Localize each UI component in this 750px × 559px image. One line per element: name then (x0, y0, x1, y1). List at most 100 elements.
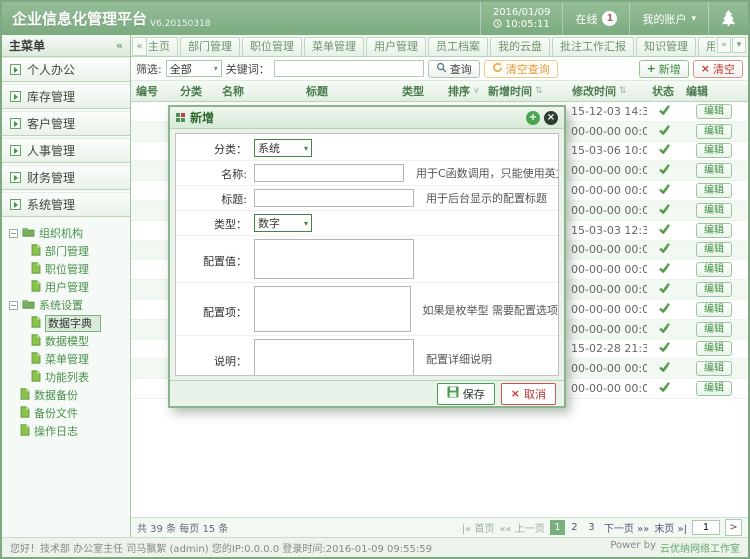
tree-item-数据字典[interactable]: 数据字典 (9, 314, 130, 332)
edit-button[interactable]: 编辑 (696, 322, 732, 337)
status-check-icon[interactable] (658, 282, 671, 297)
edit-button[interactable]: 编辑 (696, 242, 732, 257)
tab-用户管理[interactable]: 用户管理 (698, 37, 715, 56)
prev-page-button[interactable]: «« 上一页 (499, 520, 544, 535)
sort-icon[interactable]: ⇅ (535, 86, 543, 96)
status-check-icon[interactable] (658, 143, 671, 158)
column-header-名称[interactable]: 名称 (217, 83, 301, 99)
sidebar-section-库存管理[interactable]: 库存管理 (2, 84, 130, 109)
column-header-编号[interactable]: 编号 (131, 83, 175, 99)
page-button-2[interactable]: 2 (567, 520, 582, 535)
cancel-button[interactable]: × 取消 (501, 383, 556, 405)
edit-button[interactable]: 编辑 (696, 163, 732, 178)
edit-button[interactable]: 编辑 (696, 302, 732, 317)
status-check-icon[interactable] (658, 203, 671, 218)
tree-item-菜单管理[interactable]: 菜单管理 (9, 350, 130, 368)
goto-page-input[interactable] (692, 520, 720, 535)
type-select[interactable]: 数字 ▾ (254, 214, 312, 232)
last-page-button[interactable]: 末页 »| (654, 520, 687, 535)
keyword-input[interactable] (274, 60, 424, 77)
next-page-button[interactable]: 下一页 »» (604, 520, 649, 535)
status-check-icon[interactable] (658, 341, 671, 356)
tree-item-职位管理[interactable]: 职位管理 (9, 260, 130, 278)
edit-button[interactable]: 编辑 (696, 104, 732, 119)
column-header-状态[interactable]: 状态 (647, 83, 681, 99)
sort-icon[interactable]: ∨ (473, 86, 480, 96)
sidebar-section-人事管理[interactable]: 人事管理 (2, 138, 130, 163)
options-textarea[interactable] (254, 286, 411, 332)
tab-scroll-left-icon[interactable]: « (132, 37, 147, 56)
save-button[interactable]: 保存 (437, 383, 495, 405)
status-check-icon[interactable] (658, 361, 671, 376)
tab-菜单管理[interactable]: 菜单管理 (304, 37, 364, 56)
tree-item-功能列表[interactable]: 功能列表 (9, 368, 130, 386)
search-button[interactable]: 查询 (428, 60, 480, 78)
edit-button[interactable]: 编辑 (696, 341, 732, 356)
tree-item-数据模型[interactable]: 数据模型 (9, 332, 130, 350)
status-check-icon[interactable] (658, 322, 671, 337)
edit-button[interactable]: 编辑 (696, 262, 732, 277)
page-button-1[interactable]: 1 (550, 520, 565, 535)
column-header-编辑[interactable]: 编辑 (681, 83, 747, 99)
tree-folder-组织机构[interactable]: −组织机构 (9, 224, 130, 242)
tree-item-备份文件[interactable]: 备份文件 (9, 404, 130, 422)
column-header-新增时间[interactable]: 新增时间⇅ (483, 83, 567, 99)
tab-员工档案[interactable]: 员工档案 (428, 37, 488, 56)
sidebar-section-客户管理[interactable]: 客户管理 (2, 111, 130, 136)
sidebar-collapse-icon[interactable]: « (116, 39, 123, 52)
tab-用户管理[interactable]: 用户管理 (366, 37, 426, 56)
title-input[interactable] (254, 189, 414, 207)
status-check-icon[interactable] (658, 381, 671, 396)
edit-button[interactable]: 编辑 (696, 143, 732, 158)
sort-icon[interactable]: ⇅ (619, 86, 627, 96)
clear-button[interactable]: × 清空 (693, 60, 743, 78)
tree-folder-系统设置[interactable]: −系统设置 (9, 296, 130, 314)
value-textarea[interactable] (254, 239, 414, 279)
edit-button[interactable]: 编辑 (696, 223, 732, 238)
studio-link[interactable]: 云优纳网络工作室 (660, 540, 740, 555)
dialog-titlebar[interactable]: 新增 + × (170, 107, 564, 129)
name-input[interactable] (254, 164, 404, 182)
goto-page-button[interactable]: > (725, 519, 742, 536)
column-header-分类[interactable]: 分类 (175, 83, 217, 99)
status-check-icon[interactable] (658, 223, 671, 238)
status-check-icon[interactable] (658, 262, 671, 277)
edit-button[interactable]: 编辑 (696, 183, 732, 198)
column-header-排序[interactable]: 排序∨ (443, 83, 483, 99)
tree-item-用户管理[interactable]: 用户管理 (9, 278, 130, 296)
tab-我的主页[interactable]: 我的主页 (148, 37, 178, 56)
status-check-icon[interactable] (658, 302, 671, 317)
sidebar-section-财务管理[interactable]: 财务管理 (2, 165, 130, 190)
theme-button[interactable] (708, 2, 748, 35)
edit-button[interactable]: 编辑 (696, 381, 732, 396)
status-check-icon[interactable] (658, 183, 671, 198)
status-check-icon[interactable] (658, 242, 671, 257)
tab-scroll-right-icon[interactable]: » (717, 37, 731, 53)
clear-search-button[interactable]: 清空查询 (484, 60, 558, 78)
tree-collapse-icon[interactable]: − (9, 229, 18, 238)
sidebar-section-个人办公[interactable]: 个人办公 (2, 57, 130, 82)
sidebar-section-系统管理[interactable]: 系统管理 (2, 192, 130, 217)
tree-item-部门管理[interactable]: 部门管理 (9, 242, 130, 260)
dialog-close-icon[interactable]: × (544, 111, 558, 125)
column-header-类型[interactable]: 类型 (397, 83, 443, 99)
tab-我的云盘[interactable]: 我的云盘 (490, 37, 550, 56)
tree-collapse-icon[interactable]: − (9, 301, 18, 310)
desc-textarea[interactable] (254, 339, 414, 376)
tab-批注工作汇报[interactable]: 批注工作汇报 (552, 37, 634, 56)
filter-select[interactable]: 全部 ▾ (166, 60, 222, 77)
tab-职位管理[interactable]: 职位管理 (242, 37, 302, 56)
status-check-icon[interactable] (658, 104, 671, 119)
category-select[interactable]: 系统 ▾ (254, 139, 312, 157)
edit-button[interactable]: 编辑 (696, 203, 732, 218)
status-check-icon[interactable] (658, 124, 671, 139)
tree-item-操作日志[interactable]: 操作日志 (9, 422, 130, 440)
edit-button[interactable]: 编辑 (696, 124, 732, 139)
first-page-button[interactable]: |« 首页 (462, 520, 495, 535)
edit-button[interactable]: 编辑 (696, 282, 732, 297)
add-button[interactable]: + 新增 (639, 60, 689, 78)
online-indicator[interactable]: 在线 1 (562, 2, 629, 35)
account-menu[interactable]: 我的账户 ▾ (629, 2, 708, 35)
tab-部门管理[interactable]: 部门管理 (180, 37, 240, 56)
status-check-icon[interactable] (658, 163, 671, 178)
